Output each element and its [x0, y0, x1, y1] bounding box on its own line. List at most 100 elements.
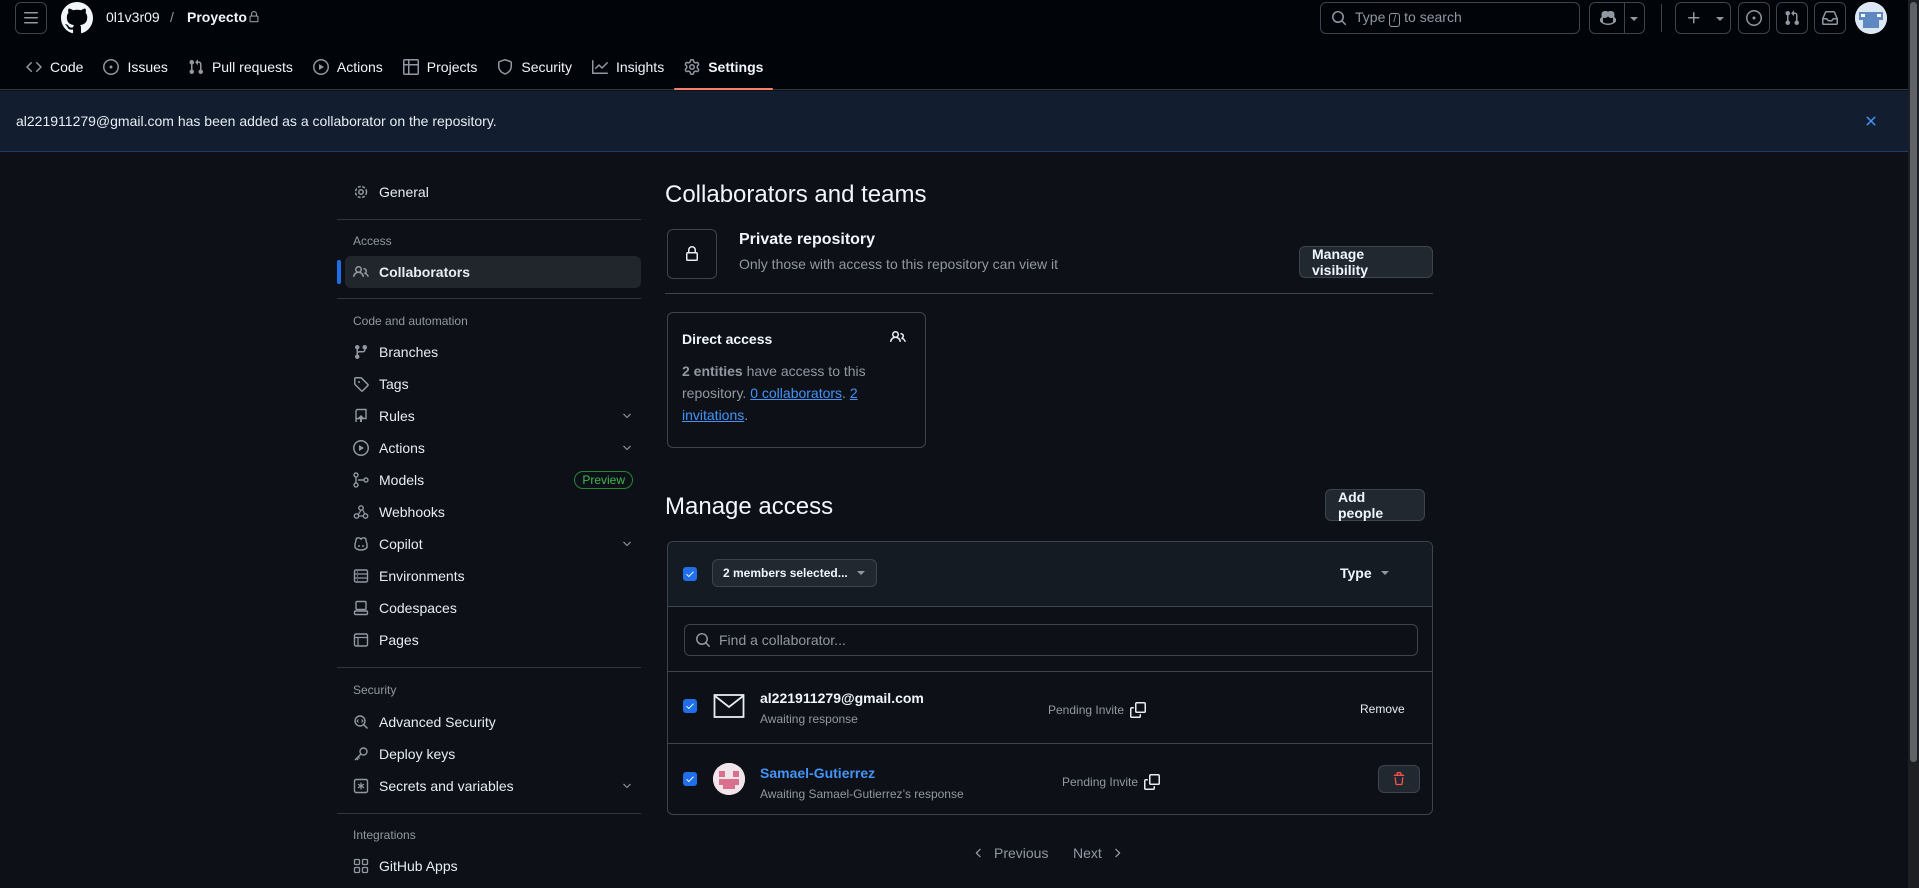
sidebar-item-models[interactable]: Models Preview — [345, 464, 641, 496]
find-placeholder: Find a collaborator... — [719, 632, 846, 648]
flash-message: al221911279@gmail.com has been added as … — [16, 113, 497, 129]
issues-button[interactable] — [1738, 2, 1770, 34]
sidebar-item-label: General — [379, 184, 429, 200]
graph-icon — [591, 60, 608, 74]
pull-requests-button[interactable] — [1776, 2, 1808, 34]
gear-icon — [684, 59, 700, 75]
copilot-button-group[interactable] — [1589, 2, 1645, 34]
codescan-icon — [354, 715, 369, 730]
delete-button[interactable] — [1378, 765, 1420, 793]
sidebar-item-deploy-keys[interactable]: Deploy keys — [345, 738, 641, 770]
row-checkbox[interactable] — [683, 772, 697, 786]
sidebar-item-webhooks[interactable]: Webhooks — [345, 496, 641, 528]
sidebar-item-general[interactable]: General — [345, 176, 641, 208]
tab-settings[interactable]: Settings — [674, 52, 774, 90]
preview-badge: Preview — [574, 471, 633, 489]
search-icon — [696, 633, 711, 648]
copy-icon[interactable] — [1130, 702, 1147, 718]
sidebar-heading-security: Security — [353, 683, 397, 697]
header-divider — [1661, 4, 1662, 32]
inbox-button[interactable] — [1814, 2, 1846, 34]
sidebar-item-actions[interactable]: Actions — [345, 432, 641, 464]
owner-link[interactable]: 0l1v3r09 — [106, 9, 160, 25]
sidebar-item-label: Rules — [379, 408, 415, 424]
sidebar-item-label: Tags — [379, 376, 409, 392]
sidebar-item-label: Codespaces — [379, 600, 457, 616]
people-icon — [353, 265, 369, 278]
triangle-down-icon — [856, 571, 865, 575]
remove-button[interactable]: Remove — [1360, 702, 1405, 716]
sidebar-item-label: Collaborators — [379, 264, 471, 280]
pending-invite: Pending Invite — [1048, 702, 1147, 718]
chevron-down-icon — [623, 541, 631, 547]
create-new-button[interactable] — [1675, 2, 1731, 34]
summary-dot: . — [842, 385, 850, 401]
tab-projects[interactable]: Projects — [393, 52, 488, 82]
tab-issues[interactable]: Issues — [93, 52, 177, 82]
select-all-checkbox[interactable] — [683, 567, 697, 581]
sidebar-item-advanced-security[interactable]: Advanced Security — [345, 706, 641, 738]
tab-security[interactable]: Security — [487, 52, 582, 82]
sidebar-item-label: Deploy keys — [379, 746, 456, 762]
repo-link[interactable]: Proyecto — [187, 9, 247, 25]
page-scrollbar[interactable] — [1908, 0, 1919, 888]
add-people-button[interactable]: Add people — [1325, 489, 1425, 521]
tab-insights[interactable]: Insights — [582, 52, 674, 82]
sidebar-item-tags[interactable]: Tags — [345, 368, 641, 400]
row-checkbox[interactable] — [683, 699, 697, 713]
sidebar-item-label: GitHub Apps — [379, 858, 458, 874]
tab-issues-label: Issues — [127, 59, 168, 75]
top-header: 0l1v3r09 / Proyecto Type / to search Code … — [0, 0, 1919, 90]
ai-model-icon — [353, 472, 369, 488]
sidebar-item-branches[interactable]: Branches — [345, 336, 641, 368]
private-repo-description: Only those with access to this repositor… — [739, 256, 1059, 272]
sidebar-item-secrets-variables[interactable]: Secrets and variables — [345, 770, 641, 802]
code-icon — [26, 61, 42, 73]
sidebar-item-codespaces[interactable]: Codespaces — [345, 592, 641, 624]
sidebar-item-copilot[interactable]: Copilot — [345, 528, 641, 560]
lock-icon-box — [667, 229, 717, 279]
previous-page-button[interactable]: Previous — [972, 845, 1048, 861]
type-filter-dropdown[interactable]: Type — [1340, 565, 1390, 581]
codespaces-icon — [353, 600, 369, 616]
sidebar-heading-code-automation: Code and automation — [353, 314, 468, 328]
issue-opened-icon — [1746, 10, 1762, 26]
scrollbar-thumb[interactable] — [1910, 2, 1917, 762]
sidebar-item-environments[interactable]: Environments — [345, 560, 641, 592]
sidebar-item-pages[interactable]: Pages — [345, 624, 641, 656]
tab-actions[interactable]: Actions — [303, 52, 393, 82]
sidebar-item-label: Models — [379, 472, 425, 488]
collaborator-name-link[interactable]: Samael-Gutierrez — [760, 765, 875, 781]
play-icon — [312, 59, 329, 75]
find-collaborator-input[interactable]: Find a collaborator... — [684, 624, 1418, 656]
next-page-button[interactable]: Next — [1073, 845, 1124, 861]
sidebar-item-collaborators[interactable]: Collaborators — [345, 256, 641, 288]
tab-code[interactable]: Code — [16, 52, 93, 82]
manage-visibility-button[interactable]: Manage visibility — [1299, 246, 1433, 278]
close-icon[interactable] — [1863, 113, 1879, 129]
sidebar-item-label: Copilot — [379, 536, 423, 552]
sidebar-item-github-apps[interactable]: GitHub Apps — [345, 850, 641, 882]
search-prefix: Type — [1355, 9, 1386, 25]
copy-icon[interactable] — [1144, 774, 1161, 790]
user-avatar[interactable] — [1855, 2, 1887, 34]
menu-button[interactable] — [15, 2, 47, 34]
next-label: Next — [1073, 845, 1102, 861]
direct-access-summary: 2 entities have access to this repositor… — [682, 360, 892, 426]
collaborators-link[interactable]: 0 collaborators — [750, 385, 842, 401]
divider — [337, 813, 641, 814]
sidebar-item-rules[interactable]: Rules — [345, 400, 641, 432]
search-shortcut-key: / — [1389, 13, 1401, 27]
collaborator-status-text: Awaiting response — [760, 712, 858, 726]
private-repo-title: Private repository — [739, 231, 876, 248]
check-icon — [686, 703, 694, 709]
github-logo-icon[interactable] — [61, 2, 93, 34]
summary-end: . — [744, 407, 749, 423]
tab-actions-label: Actions — [336, 59, 383, 75]
chevron-right-icon — [1115, 848, 1121, 858]
flash-notice: al221911279@gmail.com has been added as … — [0, 91, 1919, 152]
search-input[interactable]: Type / to search — [1320, 2, 1580, 34]
members-selected-dropdown[interactable]: 2 members selected... — [712, 559, 877, 587]
tab-pull-requests[interactable]: Pull requests — [178, 52, 303, 82]
members-selected-label: 2 members selected... — [723, 566, 848, 580]
